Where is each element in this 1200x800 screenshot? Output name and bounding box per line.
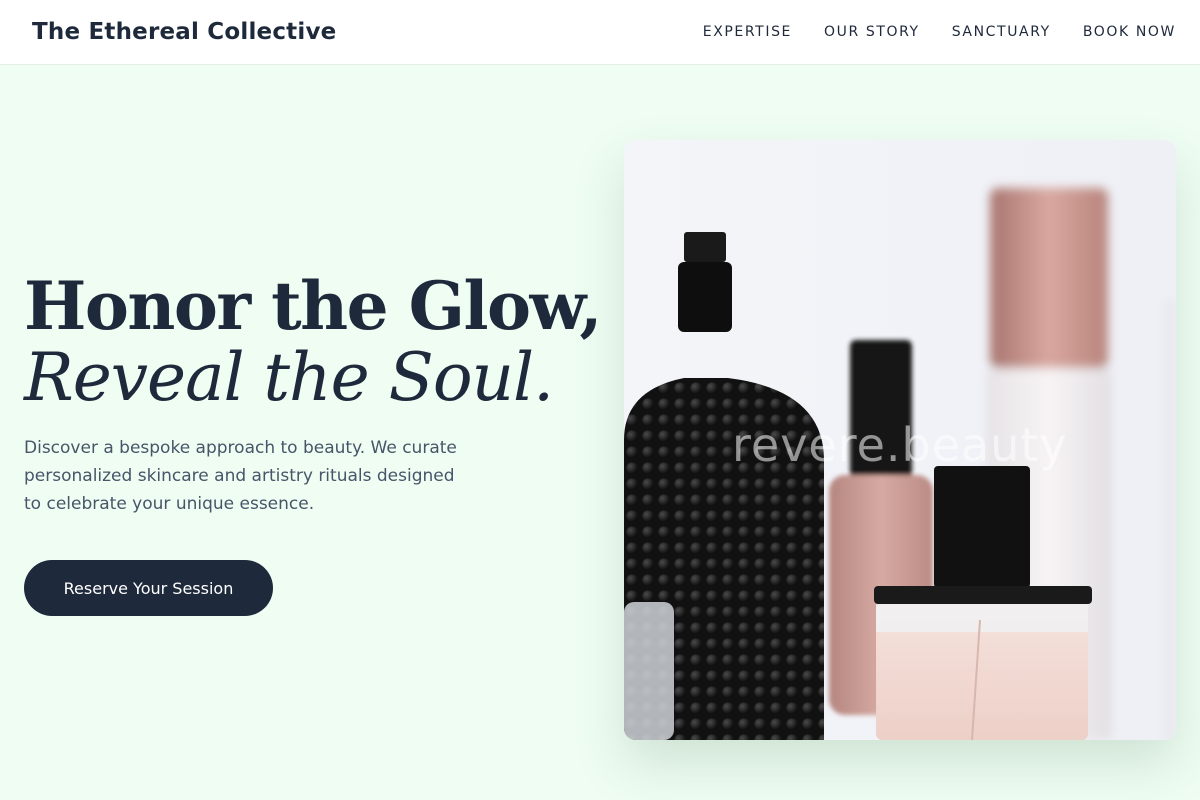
nav-expertise[interactable]: EXPERTISE (703, 24, 792, 40)
hero-product-image: revere.beauty (624, 140, 1176, 740)
hero-text-block: Honor the Glow, Reveal the Soul. Discove… (24, 270, 604, 616)
nav-sanctuary[interactable]: SANCTUARY (952, 24, 1051, 40)
site-header: The Ethereal Collective EXPERTISE OUR ST… (0, 0, 1200, 65)
image-watermark: revere.beauty (732, 418, 1068, 472)
hero-title: Honor the Glow, Reveal the Soul. (24, 270, 604, 414)
hero-description: Discover a bespoke approach to beauty. W… (24, 438, 457, 514)
brand-logo[interactable]: The Ethereal Collective (32, 19, 336, 45)
reserve-session-button[interactable]: Reserve Your Session (24, 560, 273, 616)
nav-our-story[interactable]: OUR STORY (824, 24, 920, 40)
hero-title-line2: Reveal the Soul. (24, 339, 554, 416)
hero-title-line1: Honor the Glow, (24, 267, 602, 345)
main-nav: EXPERTISE OUR STORY SANCTUARY BOOK NOW (703, 24, 1176, 40)
nav-book-now[interactable]: BOOK NOW (1083, 24, 1176, 40)
